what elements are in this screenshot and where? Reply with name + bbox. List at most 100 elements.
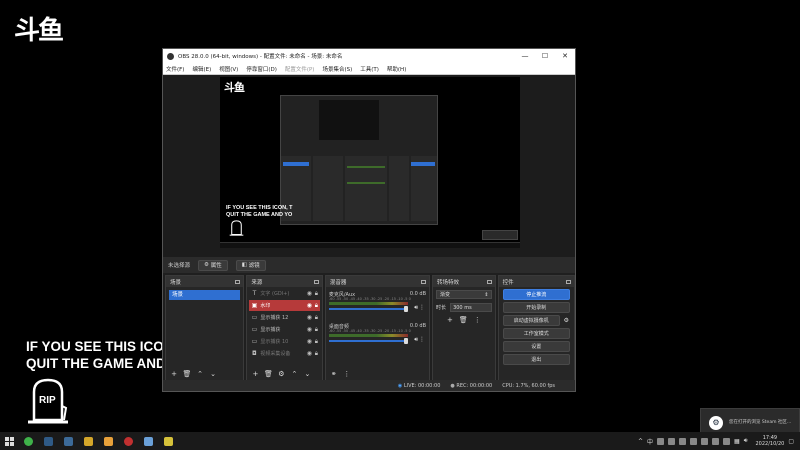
- lock-icon[interactable]: 🔒︎: [313, 302, 320, 310]
- close-button[interactable]: ✕: [555, 52, 575, 60]
- tray-icon[interactable]: [690, 437, 698, 445]
- live-time: LIVE: 00:00:00: [403, 382, 441, 389]
- chevron-up-icon[interactable]: ^: [638, 438, 643, 445]
- menu-profile[interactable]: 配置文件(P): [285, 65, 315, 73]
- menu-scene-collection[interactable]: 场景集合(S): [322, 65, 352, 73]
- preview-area[interactable]: 斗鱼 IF YOU SEE THIS ICON, T QUIT THE GAME…: [163, 75, 575, 257]
- eye-icon[interactable]: ◉: [306, 302, 313, 309]
- duration-input[interactable]: 300 ms: [450, 303, 492, 312]
- tray-icon[interactable]: [701, 437, 709, 445]
- rip-tombstone-icon: RIP: [28, 378, 68, 424]
- source-row[interactable]: ◘ 视频采集设备 ◉ 🔒︎: [249, 348, 319, 359]
- undock-icon[interactable]: [235, 279, 241, 284]
- taskbar-app-folder[interactable]: [98, 432, 118, 450]
- source-row[interactable]: ▭ 显示捕获 10 ◉ 🔒︎: [249, 336, 319, 347]
- tray-icon[interactable]: [723, 437, 731, 445]
- lock-icon[interactable]: 🔒︎: [313, 314, 320, 322]
- taskbar-app-obs[interactable]: [118, 432, 138, 450]
- steam-icon: [63, 436, 73, 446]
- taskbar-app-steam[interactable]: [38, 432, 58, 450]
- source-row[interactable]: ▣ 水印 ◉ 🔒︎: [249, 300, 320, 311]
- undock-icon[interactable]: [421, 279, 427, 284]
- gear-icon: ⚙: [204, 262, 211, 268]
- start-recording-button[interactable]: 开始录制: [502, 302, 570, 313]
- menu-edit[interactable]: 编辑(E): [192, 65, 211, 73]
- trash-icon[interactable]: 🗑︎: [182, 370, 192, 379]
- source-label: 显示捕获 12: [260, 315, 289, 321]
- clock[interactable]: 17:49 2022/10/20: [756, 435, 785, 447]
- eye-icon[interactable]: ◉: [306, 290, 313, 297]
- more-icon[interactable]: ⋮: [474, 316, 481, 324]
- source-row[interactable]: T 文字 (GDI+) ◉ 🔒︎: [249, 288, 319, 299]
- volume-slider[interactable]: [328, 308, 409, 310]
- add-icon[interactable]: +: [169, 370, 179, 379]
- speaker-icon[interactable]: 🔊︎: [414, 336, 418, 344]
- gear-icon[interactable]: ⚙: [276, 370, 286, 379]
- menu-help[interactable]: 帮助(H): [387, 65, 406, 73]
- minimize-button[interactable]: —: [515, 52, 535, 60]
- lock-icon[interactable]: 🔒︎: [313, 290, 320, 298]
- lock-icon[interactable]: 🔒︎: [313, 326, 320, 334]
- taskbar-app-7[interactable]: [138, 432, 158, 450]
- undock-icon[interactable]: [566, 279, 571, 284]
- mixer-title: 混音器: [329, 279, 347, 286]
- more-icon[interactable]: ⋮: [419, 304, 425, 311]
- tray-icon[interactable]: [712, 437, 720, 445]
- virtual-camera-button[interactable]: 启动虚拟摄像机 ⚙: [502, 315, 569, 326]
- properties-button[interactable]: ⚙ 属性: [198, 259, 228, 271]
- controls-title: 控件: [502, 279, 514, 286]
- tray-icon[interactable]: [657, 437, 665, 445]
- undock-icon[interactable]: [313, 279, 319, 284]
- speaker-icon[interactable]: 🔊︎: [414, 304, 418, 312]
- notification-icon[interactable]: ▢: [788, 438, 794, 445]
- move-up-icon[interactable]: ⌃: [289, 370, 299, 379]
- filters-button[interactable]: ◧ 滤镜: [235, 259, 266, 271]
- undock-icon[interactable]: [486, 279, 492, 284]
- trash-icon[interactable]: 🗑︎: [263, 370, 273, 379]
- slider-handle[interactable]: [404, 338, 409, 344]
- menu-docks[interactable]: 停靠窗口(D): [246, 65, 277, 73]
- taskbar-app-steam-2[interactable]: [58, 432, 78, 450]
- preview-toast: [482, 230, 518, 240]
- network-icon[interactable]: ▦: [734, 438, 740, 445]
- taskbar-app-wechat[interactable]: [18, 432, 38, 450]
- settings-button[interactable]: 设置: [502, 341, 570, 352]
- taskbar-app-game[interactable]: [78, 432, 98, 450]
- eye-icon[interactable]: ◉: [306, 314, 313, 321]
- tray-icon[interactable]: [679, 437, 687, 445]
- move-down-icon[interactable]: ⌄: [208, 370, 218, 379]
- more-icon[interactable]: ⋮: [419, 336, 425, 343]
- move-down-icon[interactable]: ⌄: [302, 370, 312, 379]
- link-icon[interactable]: ⚭: [329, 370, 339, 379]
- volume-slider[interactable]: [328, 340, 409, 342]
- ime-indicator[interactable]: 中: [647, 437, 653, 446]
- lock-icon[interactable]: 🔒︎: [313, 350, 320, 358]
- maximize-button[interactable]: ☐: [535, 52, 555, 60]
- tray-icon[interactable]: [668, 437, 676, 445]
- volume-icon[interactable]: 🔊︎: [744, 437, 748, 445]
- lock-icon[interactable]: 🔒︎: [313, 338, 320, 346]
- taskbar-app-8[interactable]: [158, 432, 178, 450]
- stop-streaming-button[interactable]: 停止推流: [502, 289, 570, 300]
- studio-mode-button[interactable]: 工作室模式: [502, 328, 570, 339]
- slider-handle[interactable]: [404, 306, 409, 312]
- move-up-icon[interactable]: ⌃: [195, 370, 205, 379]
- menu-view[interactable]: 视图(V): [219, 65, 238, 73]
- menu-file[interactable]: 文件(F): [166, 65, 184, 73]
- preview-canvas[interactable]: 斗鱼 IF YOU SEE THIS ICON, T QUIT THE GAME…: [220, 77, 520, 248]
- trash-icon[interactable]: 🗑︎: [459, 316, 468, 324]
- scene-item[interactable]: 场景: [169, 290, 241, 300]
- transition-select[interactable]: 渐变 ⇕: [436, 290, 492, 299]
- source-row[interactable]: ▭ 显示捕获 ◉ 🔒︎: [249, 324, 319, 335]
- gear-icon[interactable]: ⚙: [564, 316, 569, 326]
- exit-button[interactable]: 退出: [502, 354, 570, 365]
- eye-icon[interactable]: ◉: [306, 338, 313, 345]
- source-row[interactable]: ▭ 显示捕获 12 ◉ 🔒︎: [249, 312, 319, 323]
- add-icon[interactable]: +: [250, 370, 260, 379]
- eye-icon[interactable]: ◉: [306, 326, 313, 333]
- start-button[interactable]: [0, 432, 18, 450]
- more-icon[interactable]: ⋮: [342, 370, 352, 379]
- add-icon[interactable]: +: [447, 316, 453, 324]
- eye-icon[interactable]: ◉: [306, 350, 313, 357]
- menu-tools[interactable]: 工具(T): [360, 65, 379, 73]
